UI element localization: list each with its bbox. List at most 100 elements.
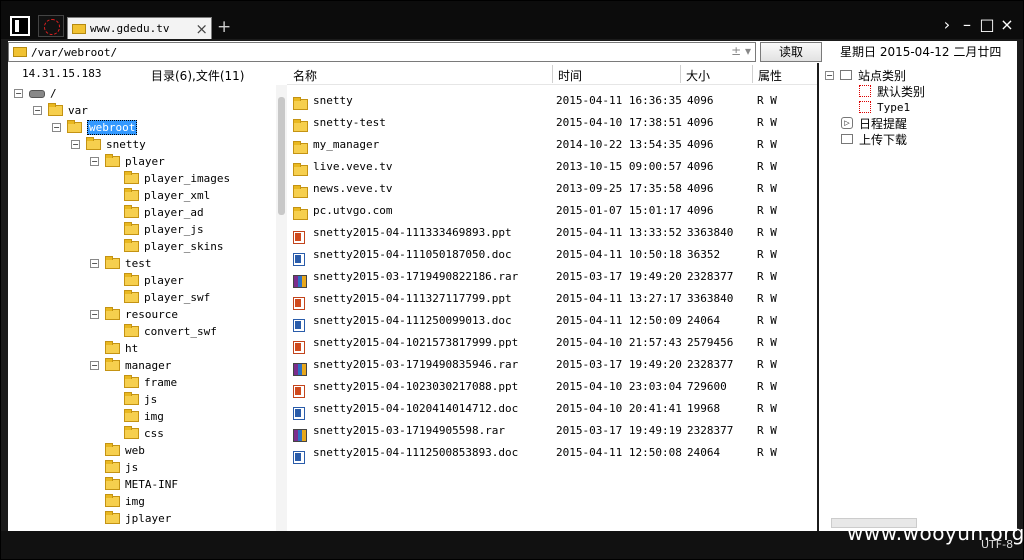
tree-node-label: player_ad: [144, 206, 204, 219]
close-icon[interactable]: ×: [997, 15, 1017, 35]
tree-node[interactable]: − player: [90, 153, 165, 170]
collapse-icon[interactable]: −: [52, 123, 61, 132]
tree-node[interactable]: player_xml: [109, 187, 210, 204]
type1-node[interactable]: Type1: [859, 99, 910, 115]
tree-node[interactable]: − var: [33, 102, 88, 119]
address-bar: /var/webroot/ ± ▾ 读取 星期日 2015-04-12 二月廿四: [8, 41, 1017, 63]
tab-gdedu[interactable]: www.gdedu.tv ×: [67, 17, 212, 39]
file-row[interactable]: snetty2015-04-111327117799.ppt 2015-04-11…: [287, 287, 817, 310]
tree-node[interactable]: convert_swf: [109, 323, 217, 340]
tree-node[interactable]: player_ad: [109, 204, 204, 221]
collapse-icon[interactable]: −: [90, 361, 99, 370]
tree-node[interactable]: js: [90, 459, 138, 476]
column-size[interactable]: 大小: [686, 67, 710, 84]
dir-file-count: 目录(6),文件(11): [151, 69, 245, 83]
file-row[interactable]: snetty-test 2015-04-10 17:38:51 4096 R W: [287, 111, 817, 133]
chevron-right-icon[interactable]: ›: [937, 15, 957, 35]
collapse-icon[interactable]: −: [90, 259, 99, 268]
tree-node[interactable]: − test: [90, 255, 152, 272]
tree-node[interactable]: − webroot: [52, 119, 138, 136]
column-attr[interactable]: 属性: [758, 67, 782, 84]
scroll-thumb[interactable]: [278, 97, 285, 215]
file-row[interactable]: snetty2015-03-1719490835946.rar 2015-03-1…: [287, 353, 817, 376]
file-row[interactable]: snetty2015-04-1020414014712.doc 2015-04-1…: [287, 397, 817, 420]
tree-node[interactable]: img: [90, 493, 145, 510]
column-name[interactable]: 名称: [293, 67, 317, 84]
file-row[interactable]: snetty2015-04-111250099013.doc 2015-04-11…: [287, 309, 817, 332]
read-button[interactable]: 读取: [760, 42, 822, 62]
maximize-icon[interactable]: □: [977, 15, 997, 35]
file-row[interactable]: snetty 2015-04-11 16:36:35 4096 R W: [287, 89, 817, 111]
tree-node[interactable]: frame: [109, 374, 177, 391]
add-tab-icon[interactable]: +: [217, 17, 231, 37]
file-row[interactable]: snetty2015-03-17194905598.rar 2015-03-17 …: [287, 419, 817, 442]
collapse-icon[interactable]: −: [90, 157, 99, 166]
file-row[interactable]: snetty2015-03-1719490822186.rar 2015-03-1…: [287, 265, 817, 288]
path-input[interactable]: /var/webroot/ ± ▾: [8, 42, 756, 62]
file-time: 2015-04-11 12:50:09: [556, 314, 682, 327]
file-row[interactable]: my_manager 2014-10-22 13:54:35 4096 R W: [287, 133, 817, 155]
file-attr: R W: [757, 204, 777, 217]
collapse-icon[interactable]: −: [90, 310, 99, 319]
tree-node[interactable]: − /: [14, 85, 57, 102]
folder-icon: [293, 119, 308, 132]
file-row[interactable]: live.veve.tv 2013-10-15 09:00:57 4096 R W: [287, 155, 817, 177]
tree-node[interactable]: − manager: [90, 357, 171, 374]
tree-node[interactable]: web: [90, 442, 145, 459]
tree-node[interactable]: css: [109, 425, 164, 442]
folder-icon: [48, 103, 63, 116]
dropdown-arrows-icon[interactable]: ± ▾: [731, 44, 751, 58]
record-icon[interactable]: [38, 15, 64, 37]
tree-node[interactable]: player_js: [109, 221, 204, 238]
tree-node[interactable]: js: [109, 391, 157, 408]
default-category-node[interactable]: 默认类别: [859, 83, 925, 99]
file-row[interactable]: snetty2015-04-1023030217088.ppt 2015-04-1…: [287, 375, 817, 398]
file-list-header: 名称 时间 大小 属性: [287, 63, 817, 85]
tab-close-icon[interactable]: ×: [195, 20, 208, 38]
file-row[interactable]: snetty2015-04-111050187050.doc 2015-04-11…: [287, 243, 817, 266]
file-row[interactable]: pc.utvgo.com 2015-01-07 15:01:17 4096 R W: [287, 199, 817, 221]
tree-node[interactable]: − resource: [90, 306, 178, 323]
file-row[interactable]: snetty2015-04-1021573817999.ppt 2015-04-1…: [287, 331, 817, 354]
tree-node[interactable]: META-INF: [90, 476, 178, 493]
file-time: 2015-04-10 17:38:51: [556, 116, 682, 129]
collapse-icon[interactable]: −: [14, 89, 23, 98]
file-time: 2015-04-11 13:33:52: [556, 226, 682, 239]
collapse-icon[interactable]: −: [825, 70, 834, 80]
minimize-icon[interactable]: –: [957, 15, 977, 35]
app-icon[interactable]: [10, 16, 30, 36]
schedule-node[interactable]: ▷ 日程提醒: [841, 115, 907, 131]
tree-scrollbar[interactable]: [276, 85, 287, 531]
tree-node[interactable]: jplayer: [90, 510, 171, 527]
tree-node-label: webroot: [87, 120, 138, 135]
folder-icon: [105, 443, 120, 456]
upload-node[interactable]: 上传下载: [841, 131, 907, 147]
collapse-icon[interactable]: −: [33, 106, 42, 115]
tree-node[interactable]: ht: [90, 340, 138, 357]
tree-node[interactable]: player_skins: [109, 238, 223, 255]
tree-node[interactable]: player_swf: [109, 289, 210, 306]
category-marker-icon: [859, 85, 871, 97]
collapse-icon[interactable]: −: [71, 140, 80, 149]
file-attr: R W: [757, 116, 777, 129]
folder-icon: [293, 185, 308, 198]
tree-node[interactable]: − snetty: [71, 136, 146, 153]
site-category-node[interactable]: − 站点类别: [825, 67, 906, 83]
file-row[interactable]: snetty2015-04-111333469893.ppt 2015-04-11…: [287, 221, 817, 244]
file-row[interactable]: news.veve.tv 2013-09-25 17:35:58 4096 R W: [287, 177, 817, 199]
tree-node[interactable]: player: [109, 272, 184, 289]
file-size: 3363840: [687, 226, 734, 239]
tree-node[interactable]: player_images: [109, 170, 230, 187]
file-row[interactable]: snetty2015-04-1112500853893.doc 2015-04-1…: [287, 441, 817, 464]
tree-node[interactable]: img: [109, 408, 164, 425]
column-time[interactable]: 时间: [558, 67, 582, 84]
